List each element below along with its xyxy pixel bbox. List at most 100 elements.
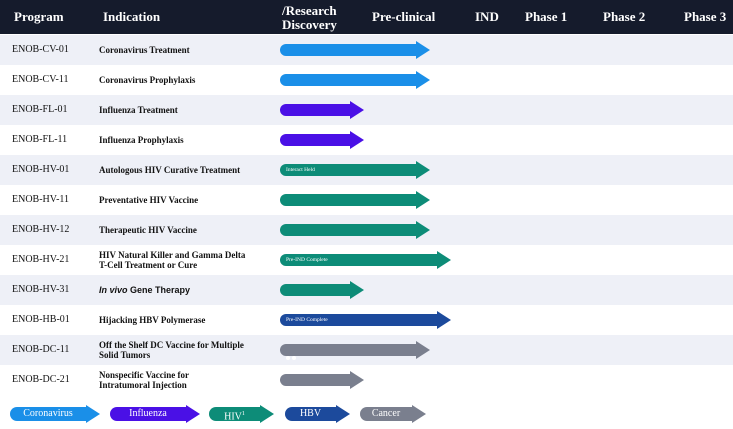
- arrow-body: [280, 134, 350, 146]
- indication-text: Therapeutic HIV Vaccine: [99, 225, 197, 235]
- arrow-head: [416, 341, 430, 359]
- arrow-head: [416, 161, 430, 179]
- arrow-head: [260, 405, 274, 423]
- table-row: ENOB-HB-01 Hijacking HBV Polymerase Pre-IN…: [0, 305, 733, 335]
- arrow-body: [280, 224, 416, 236]
- indication-text: Coronavirus Prophylaxis: [99, 75, 196, 85]
- indication-italic: In vivo: [99, 285, 128, 295]
- program-code: ENOB-FL-01: [12, 104, 68, 115]
- program-code: ENOB-HV-21: [12, 254, 70, 265]
- program-code: ENOB-CV-01: [12, 44, 69, 55]
- program-code: ENOB-HV-01: [12, 164, 70, 175]
- arrow-head: [437, 311, 451, 329]
- legend-item-influenza: Influenza: [110, 405, 200, 423]
- header-ind: IND: [475, 9, 499, 24]
- indication-line: Off the Shelf DC Vaccine for Multiple: [99, 340, 244, 350]
- indication: Off the Shelf DC Vaccine for Multiple Sol…: [99, 335, 274, 365]
- indication-text: Coronavirus Treatment: [99, 45, 190, 55]
- arrow-head: [416, 191, 430, 209]
- arrow-body: [280, 74, 416, 86]
- indication-text: Off the Shelf DC Vaccine for Multiple Sol…: [99, 340, 244, 360]
- indication-text: In vivo Gene Therapy: [99, 285, 190, 295]
- legend-text: Coronavirus: [23, 408, 73, 419]
- progress-arrow: [280, 221, 430, 239]
- program-code: ENOB-HV-12: [12, 224, 70, 235]
- arrow-label: Pre-IND Complete: [286, 317, 328, 323]
- program-code: ENOB-HV-11: [12, 194, 70, 205]
- legend-text: HBV: [299, 408, 322, 419]
- indication-text: Influenza Prophylaxis: [99, 135, 184, 145]
- arrow-head: [350, 101, 364, 119]
- arrow-head: [350, 131, 364, 149]
- legend-item-coronavirus: Coronavirus: [10, 405, 100, 423]
- progress-arrow: Pre-IND Complete: [280, 311, 451, 329]
- arrow-head: [350, 371, 364, 389]
- progress-arrow: Pre-IND Complete: [280, 251, 451, 269]
- table-row: ENOB-FL-11 Influenza Prophylaxis: [0, 125, 733, 155]
- legend-item-hiv: HIV1: [209, 405, 274, 423]
- header-research-line2: Discovery: [282, 17, 337, 32]
- table-row: ENOB-HV-12 Therapeutic HIV Vaccine: [0, 215, 733, 245]
- indication: Hijacking HBV Polymerase: [99, 305, 274, 335]
- indication-text: Hijacking HBV Polymerase: [99, 315, 206, 325]
- table-row: ENOB-HV-21 HIV Natural Killer and Gamma D…: [0, 245, 733, 275]
- indication: Preventative HIV Vaccine: [99, 185, 274, 215]
- arrow-body: [280, 344, 416, 356]
- progress-arrow: [280, 131, 364, 149]
- arrow-body: [280, 284, 350, 296]
- program-code: ENOB-FL-11: [12, 134, 68, 145]
- indication-text: Preventative HIV Vaccine: [99, 195, 199, 205]
- indication-line: Solid Tumors: [99, 350, 151, 360]
- progress-arrow: [280, 341, 430, 360]
- table-row: ENOB-HV-11 Preventative HIV Vaccine: [0, 185, 733, 215]
- arrow-label: Interact Held: [286, 167, 315, 173]
- arrow-head: [350, 281, 364, 299]
- progress-arrow: Interact Held: [280, 161, 430, 179]
- progress-arrow: [280, 371, 364, 389]
- legend-label: Coronavirus: [10, 407, 86, 421]
- table-row: ENOB-HV-01 Autologous HIV Curative Treatm…: [0, 155, 733, 185]
- arrow-body: [280, 374, 350, 386]
- indication-line: HIV Natural Killer and Gamma Delta: [99, 250, 246, 260]
- arrow-label: Pre-IND Complete: [286, 257, 328, 263]
- indication-text: HIV Natural Killer and Gamma Delta T-Cell…: [99, 250, 245, 270]
- indication-rest: Gene Therapy: [127, 285, 191, 295]
- arrow-head: [336, 405, 350, 423]
- indication: Therapeutic HIV Vaccine: [99, 215, 274, 245]
- arrow-head: [416, 41, 430, 59]
- indication: HIV Natural Killer and Gamma Delta T-Cell…: [99, 245, 274, 275]
- arrow-head: [416, 71, 430, 89]
- program-code: ENOB-HB-01: [12, 314, 70, 325]
- legend-label: HIV1: [209, 407, 260, 423]
- legend-text: HIV: [224, 411, 242, 423]
- header-phase2: Phase 2: [603, 9, 646, 24]
- arrow-body: [280, 194, 416, 206]
- header-phase3: Phase 3: [684, 9, 727, 24]
- indication: Coronavirus Prophylaxis: [99, 65, 274, 95]
- header-program: Program: [14, 9, 64, 24]
- arrow-head: [186, 405, 200, 423]
- header-bar: Program Indication /Research Discovery P…: [0, 0, 733, 34]
- arrow-head: [86, 405, 100, 423]
- indication: Autologous HIV Curative Treatment: [99, 155, 274, 185]
- indication-text: Autologous HIV Curative Treatment: [99, 165, 241, 175]
- progress-arrow: [280, 101, 364, 119]
- table-row: ENOB-DC-21 Nonspecific Vaccine for Intratu…: [0, 365, 733, 395]
- table-row: ENOB-DC-11 Off the Shelf DC Vaccine for M…: [0, 335, 733, 365]
- pipeline-chart: Program Indication /Research Discovery P…: [0, 0, 733, 429]
- dot: [292, 356, 296, 360]
- indication: Nonspecific Vaccine for Intratumoral Inje…: [99, 365, 274, 395]
- legend-superscript: 1: [241, 411, 245, 417]
- table-row: ENOB-HV-31 In vivo Gene Therapy: [0, 275, 733, 305]
- header-preclinical: Pre-clinical: [372, 9, 436, 24]
- program-code: ENOB-DC-11: [12, 344, 70, 355]
- arrow-head: [412, 405, 426, 423]
- indication: Influenza Prophylaxis: [99, 125, 274, 155]
- legend-item-cancer: Cancer: [360, 405, 426, 423]
- progress-arrow: [280, 281, 364, 299]
- arrow-body: [280, 104, 350, 116]
- legend-item-hbv: HBV: [285, 405, 350, 423]
- progress-arrow: [280, 41, 430, 59]
- program-code: ENOB-HV-31: [12, 284, 70, 295]
- arrow-head: [437, 251, 451, 269]
